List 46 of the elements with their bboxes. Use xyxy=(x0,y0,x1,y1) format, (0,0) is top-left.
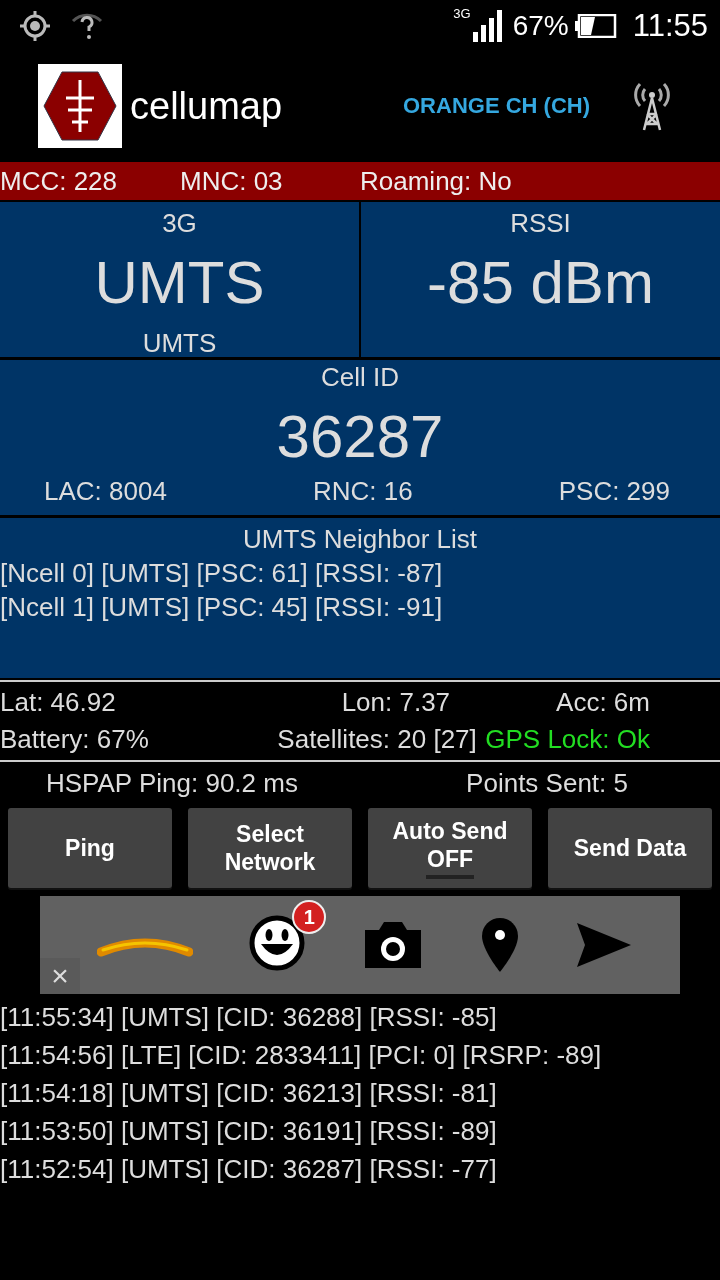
cell-detail: LAC: 8004 xyxy=(44,475,167,508)
mnc-label: MNC: 03 xyxy=(180,165,284,197)
log-entry: [11:52:54] [UMTS] [CID: 36287] [RSSI: -77] xyxy=(0,1153,498,1186)
panel-label: Cell ID xyxy=(321,361,399,394)
network-type: 3G xyxy=(453,6,471,21)
mcc-label: MCC: 228 xyxy=(0,165,119,197)
battery-level: Battery: 67% xyxy=(0,723,149,756)
neighbor-entry: [Ncell 1] [UMTS] [PSC: 45] [RSSI: -91] xyxy=(0,591,444,624)
panel-label: 3G xyxy=(162,207,197,240)
signal-icon xyxy=(472,10,503,42)
smiley-icon[interactable] xyxy=(248,914,307,972)
panel-label: UMTS Neighbor List xyxy=(241,523,479,556)
app-title: cellumap xyxy=(130,84,283,128)
toggle-button[interactable]: Auto Send OFF xyxy=(368,808,532,888)
panel-sublabel: UMTS xyxy=(142,327,217,360)
panel-value: UMTS xyxy=(94,248,265,318)
cell-detail: PSC: 299 xyxy=(558,475,670,508)
battery-percent: 67% xyxy=(512,10,569,42)
log-entry: [11:55:34] [UMTS] [CID: 36288] [RSSI: -85] xyxy=(0,1001,498,1034)
panel-value: 36287 xyxy=(276,402,444,472)
points-sent: Points Sent: 5 xyxy=(466,767,628,800)
gps-lock-status: GPS Lock: Ok xyxy=(485,723,650,756)
panel-label: RSSI xyxy=(510,207,571,240)
action-button[interactable]: Select Network xyxy=(188,808,352,888)
action-button[interactable]: Send Data xyxy=(548,808,712,888)
action-button[interactable]: Ping xyxy=(8,808,172,888)
log-entry: [11:54:56] [LTE] [CID: 2833411] [PCI: 0] [RSRP: -89] xyxy=(0,1039,603,1072)
roaming-label: Roaming: No xyxy=(360,165,512,197)
accuracy: Acc: 6m xyxy=(556,686,650,719)
clock: 11:55 xyxy=(632,8,708,44)
notification-badge: 1 xyxy=(292,900,327,934)
send-icon[interactable] xyxy=(574,921,633,969)
operator-name: ORANGE CH (CH) xyxy=(403,93,590,119)
close-button[interactable]: × xyxy=(40,958,80,994)
log-entry: [11:54:18] [UMTS] [CID: 36213] [RSSI: -81] xyxy=(0,1077,498,1110)
neighbor-entry: [Ncell 0] [UMTS] [PSC: 61] [RSSI: -87] xyxy=(0,557,444,590)
battery-icon xyxy=(574,14,617,38)
location-icon xyxy=(18,9,52,43)
cell-detail: RNC: 16 xyxy=(312,475,413,508)
ping-result: HSPAP Ping: 90.2 ms xyxy=(46,767,298,800)
log-entry: [11:53:50] [UMTS] [CID: 36191] [RSSI: -89] xyxy=(0,1115,498,1148)
longitude: Lon: 7.37 xyxy=(340,686,452,719)
latitude: Lat: 46.92 xyxy=(0,686,116,719)
panel-value: -85 dBm xyxy=(427,248,654,318)
satellites: Satellites: 20 [27] xyxy=(276,723,478,756)
map-pin-icon[interactable] xyxy=(479,916,520,974)
